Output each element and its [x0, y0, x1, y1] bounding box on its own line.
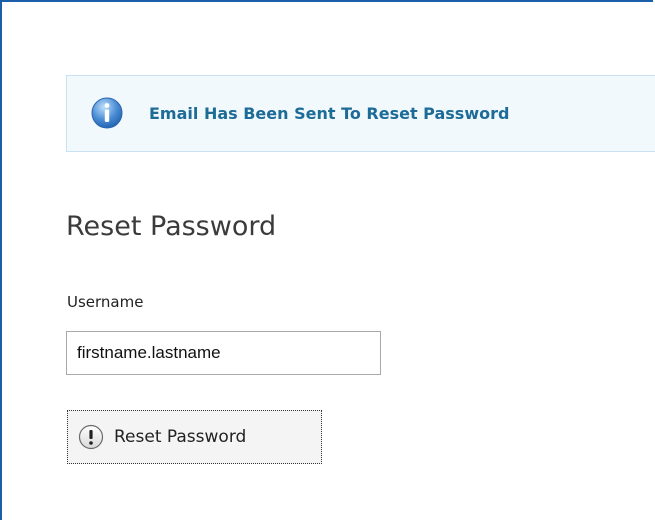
reset-password-label: Reset Password — [114, 427, 247, 447]
info-icon — [91, 97, 123, 129]
username-label: Username — [67, 293, 144, 311]
page-title: Reset Password — [66, 211, 277, 242]
notice-message: Email Has Been Sent To Reset Password — [149, 104, 510, 123]
reset-password-button[interactable]: Reset Password — [67, 410, 322, 464]
exclamation-icon — [78, 424, 104, 450]
info-notice: Email Has Been Sent To Reset Password — [66, 75, 655, 152]
username-input[interactable] — [66, 331, 381, 375]
